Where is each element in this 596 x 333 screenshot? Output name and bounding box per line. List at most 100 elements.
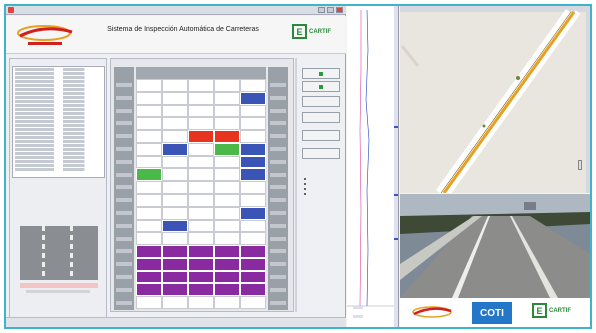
legend-item[interactable]: [304, 191, 342, 196]
grid-cell[interactable]: [136, 296, 162, 309]
grid-cell[interactable]: [162, 117, 188, 131]
grid-cell-green[interactable]: [136, 168, 162, 182]
grid-cell-purple[interactable]: [136, 257, 162, 271]
grid-cell[interactable]: [188, 104, 214, 118]
grid-cell[interactable]: [162, 206, 188, 220]
grid-cell[interactable]: [136, 142, 162, 156]
grid-cell-red[interactable]: [214, 130, 240, 143]
grid-cell-green[interactable]: [214, 142, 240, 156]
grid-cell[interactable]: [136, 232, 162, 246]
grid-cell[interactable]: [136, 194, 162, 207]
grid-cell-purple[interactable]: [162, 245, 188, 258]
grid-cell[interactable]: [214, 91, 240, 105]
blue-link[interactable]: [32, 189, 84, 196]
grid-cell[interactable]: [214, 104, 240, 118]
grid-cell-purple[interactable]: [162, 257, 188, 271]
grid-cell[interactable]: [214, 232, 240, 246]
grid-scrollbar[interactable]: [295, 58, 297, 312]
zoom-control[interactable]: [578, 160, 582, 170]
grid-cell[interactable]: [136, 181, 162, 194]
grid-cell[interactable]: [214, 181, 240, 194]
grid-cell-purple[interactable]: [136, 245, 162, 258]
grid-cell[interactable]: [214, 155, 240, 169]
grid-cell[interactable]: [214, 206, 240, 220]
grid-cell-purple[interactable]: [214, 257, 240, 271]
grid-cell[interactable]: [188, 142, 214, 156]
grid-cell[interactable]: [240, 104, 266, 118]
grid-cell-purple[interactable]: [240, 257, 266, 271]
grid-cell-blue[interactable]: [240, 206, 266, 220]
grid-cell[interactable]: [240, 79, 266, 92]
grid-cell[interactable]: [162, 91, 188, 105]
grid-cell[interactable]: [136, 117, 162, 131]
grid-cell-purple[interactable]: [214, 270, 240, 284]
grid-cell[interactable]: [214, 296, 240, 309]
minimize-icon[interactable]: [318, 7, 325, 13]
grid-cell[interactable]: [162, 104, 188, 118]
grid-cell[interactable]: [162, 181, 188, 194]
grid-cell-purple[interactable]: [214, 245, 240, 258]
grid-cell[interactable]: [240, 194, 266, 207]
grid-cell-blue[interactable]: [240, 155, 266, 169]
grid-cell[interactable]: [240, 117, 266, 131]
grid-cell-purple[interactable]: [188, 245, 214, 258]
grid-cell-blue[interactable]: [240, 91, 266, 105]
grid-cell-purple[interactable]: [240, 270, 266, 284]
grid-cell-purple[interactable]: [188, 257, 214, 271]
grid-cell-purple[interactable]: [162, 283, 188, 297]
grid-cell[interactable]: [188, 91, 214, 105]
grid-cell[interactable]: [136, 219, 162, 233]
grid-cell-purple[interactable]: [136, 283, 162, 297]
grid-cell-purple[interactable]: [240, 245, 266, 258]
grid-cell[interactable]: [214, 168, 240, 182]
grid-cell[interactable]: [188, 232, 214, 246]
grid-cell[interactable]: [240, 219, 266, 233]
map-view[interactable]: [400, 6, 590, 193]
grid-cell[interactable]: [188, 206, 214, 220]
inspection-grid[interactable]: [114, 67, 290, 310]
grid-cell[interactable]: [188, 79, 214, 92]
action-button-2[interactable]: [302, 81, 340, 92]
grid-cells[interactable]: [136, 79, 266, 309]
maximize-icon[interactable]: [327, 7, 334, 13]
grid-cell[interactable]: [162, 155, 188, 169]
grid-cell-blue[interactable]: [162, 142, 188, 156]
grid-cell-purple[interactable]: [136, 270, 162, 284]
grid-cell[interactable]: [188, 117, 214, 131]
action-button-4[interactable]: [302, 112, 340, 123]
grid-cell[interactable]: [240, 296, 266, 309]
grid-cell-red[interactable]: [188, 130, 214, 143]
grid-cell-purple[interactable]: [162, 270, 188, 284]
grid-cell[interactable]: [162, 130, 188, 143]
grid-cell[interactable]: [136, 91, 162, 105]
grid-cell[interactable]: [188, 194, 214, 207]
grid-cell[interactable]: [136, 79, 162, 92]
grid-cell[interactable]: [240, 232, 266, 246]
action-button-3[interactable]: [302, 96, 340, 107]
grid-cell[interactable]: [240, 130, 266, 143]
grid-cell[interactable]: [188, 168, 214, 182]
grid-cell[interactable]: [188, 155, 214, 169]
grid-cell[interactable]: [162, 168, 188, 182]
action-button-5[interactable]: [302, 130, 340, 141]
grid-cell-blue[interactable]: [162, 219, 188, 233]
grid-cell[interactable]: [136, 206, 162, 220]
map-scrollbar[interactable]: [586, 12, 590, 193]
grid-cell[interactable]: [136, 130, 162, 143]
grid-cell[interactable]: [162, 194, 188, 207]
grid-cell[interactable]: [136, 155, 162, 169]
grid-cell-purple[interactable]: [214, 283, 240, 297]
red-link[interactable]: [32, 202, 84, 209]
grid-cell-blue[interactable]: [240, 168, 266, 182]
grid-cell[interactable]: [188, 219, 214, 233]
grid-cell-purple[interactable]: [240, 283, 266, 297]
grid-cell[interactable]: [162, 79, 188, 92]
grid-cell[interactable]: [214, 79, 240, 92]
parameter-list[interactable]: [12, 66, 105, 178]
grid-cell[interactable]: [240, 181, 266, 194]
grid-cell-purple[interactable]: [188, 270, 214, 284]
grid-cell[interactable]: [136, 104, 162, 118]
grid-cell[interactable]: [214, 194, 240, 207]
grid-cell[interactable]: [214, 117, 240, 131]
grid-cell-blue[interactable]: [240, 142, 266, 156]
